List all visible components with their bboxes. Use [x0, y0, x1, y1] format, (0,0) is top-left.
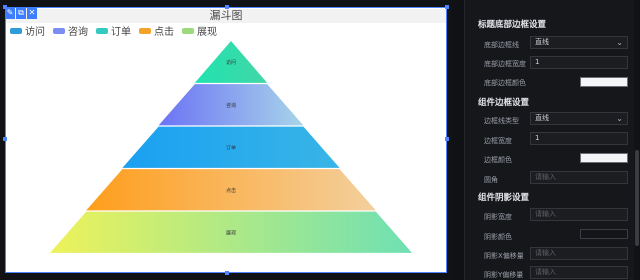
input-value: 1: [535, 134, 540, 142]
border-line-select[interactable]: 直线 ⌄: [530, 36, 628, 49]
funnel-chart: 访问咨询订单点击展现: [50, 41, 412, 253]
section-title: 标题底部边框设置: [478, 20, 547, 30]
row-label: 边框宽度: [484, 137, 512, 145]
row-label: 阴影宽度: [484, 213, 512, 221]
shadow-y-input[interactable]: 请输入: [530, 266, 628, 279]
resize-handle[interactable]: [445, 137, 449, 141]
chevron-down-icon: ⌄: [616, 114, 623, 123]
funnel-segment-label: 订单: [226, 144, 236, 151]
resize-handle[interactable]: [3, 5, 7, 9]
row-label: 阴影颜色: [484, 233, 512, 241]
funnel-segment-label: 咨询: [226, 102, 236, 109]
row-label: 阴影Y偏移量: [484, 271, 524, 279]
row-label: 边框颜色: [484, 156, 512, 164]
resize-handle[interactable]: [225, 5, 229, 9]
row-label: 阴影X偏移量: [484, 252, 524, 260]
border-width-input[interactable]: 1: [530, 56, 628, 69]
border-color-picker[interactable]: [580, 77, 628, 87]
panel-scrollbar[interactable]: [634, 0, 640, 280]
row-label: 圆角: [484, 176, 498, 184]
row-label: 底部边框宽度: [484, 60, 526, 68]
scroll-thumb[interactable]: [635, 150, 639, 246]
input-value: 1: [535, 58, 540, 66]
radius-input[interactable]: 请输入: [530, 171, 628, 184]
input-placeholder: 请输入: [535, 210, 556, 218]
border-type-select[interactable]: 直线 ⌄: [530, 112, 628, 125]
funnel-segment-label: 展现: [226, 230, 236, 236]
chevron-down-icon: ⌄: [616, 38, 623, 47]
funnel-widget[interactable]: 漏斗图 ✎ ⧉ ✕ 访问 咨询 订单 点击 展现 访问 咨询 订单 点击 展现: [5, 7, 447, 273]
resize-handle[interactable]: [3, 137, 7, 141]
border-width-input[interactable]: 1: [530, 132, 628, 145]
input-placeholder: 请输入: [535, 268, 556, 276]
section-title: 组件边框设置: [478, 98, 530, 108]
shadow-width-input[interactable]: 请输入: [530, 208, 628, 221]
row-label: 底部边框线: [484, 41, 519, 49]
select-value: 直线: [535, 38, 549, 46]
funnel-segment-label: 访问: [226, 59, 236, 66]
border-color-picker[interactable]: [580, 153, 628, 163]
funnel-segment-label: 点击: [226, 187, 236, 194]
row-label: 边框线类型: [484, 117, 519, 125]
input-placeholder: 请输入: [535, 173, 556, 181]
shadow-x-input[interactable]: 请输入: [530, 247, 628, 260]
shadow-color-picker[interactable]: [580, 229, 628, 239]
canvas-area: 漏斗图 ✎ ⧉ ✕ 访问 咨询 订单 点击 展现 访问 咨询 订单 点击 展现: [0, 0, 452, 280]
resize-handle[interactable]: [225, 271, 229, 275]
row-label: 底部边框颜色: [484, 79, 526, 87]
section-title: 组件阴影设置: [478, 193, 530, 203]
resize-handle[interactable]: [445, 5, 449, 9]
input-placeholder: 请输入: [535, 249, 556, 257]
select-value: 直线: [535, 114, 549, 122]
